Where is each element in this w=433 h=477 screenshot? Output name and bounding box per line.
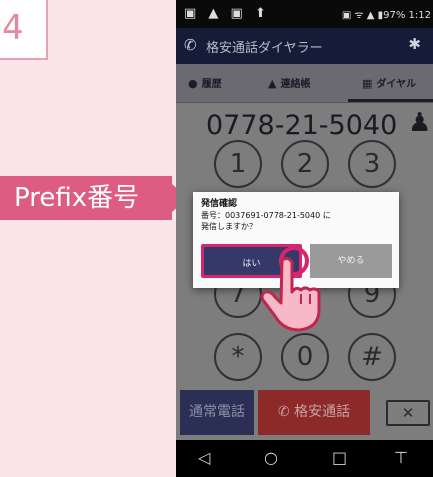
home-icon[interactable]: ○ <box>264 448 278 467</box>
gear-icon[interactable]: ✱ <box>408 35 421 53</box>
status-icons-left: ▣ ▲ ▣ ⬆ <box>184 6 270 21</box>
phone-icon: ✆ <box>184 36 197 54</box>
phone-icon: ✆ <box>277 404 295 420</box>
key-3[interactable]: 3 <box>348 140 396 188</box>
status-icons-right: ▣ ᯤ ▲ ▮97% 1:12 <box>341 10 431 21</box>
key-1[interactable]: 1 <box>214 140 262 188</box>
tab-selected-indicator <box>348 99 433 102</box>
prefix-callout: Prefix番号 <box>0 176 172 220</box>
normal-call-button[interactable]: 通常電話 <box>180 390 254 435</box>
pointing-hand-icon <box>260 256 321 332</box>
cheap-call-button[interactable]: ✆ 格安通話 <box>258 390 370 435</box>
key-star[interactable]: * <box>214 333 262 381</box>
backspace-button[interactable]: ✕ <box>386 400 430 426</box>
tab-dial[interactable]: ▦ ダイヤル <box>362 75 416 90</box>
step-number: 4 <box>2 8 24 48</box>
dialog-title: 発信確認 <box>201 199 238 209</box>
grid-icon: ▦ <box>362 77 373 90</box>
dialed-number: 0778-21-5040 <box>206 110 398 141</box>
app-bar: ✆ 格安通話ダイヤラー ✱ <box>176 28 433 64</box>
tab-contacts[interactable]: ▲ 連絡帳 <box>268 75 310 90</box>
key-0[interactable]: 0 <box>281 333 329 381</box>
tab-bar: ● 履歴 ▲ 連絡帳 ▦ ダイヤル <box>176 64 433 103</box>
status-bar: ▣ ▲ ▣ ⬆ ▣ ᯤ ▲ ▮97% 1:12 <box>176 0 433 28</box>
back-icon[interactable]: ◁ <box>198 448 210 467</box>
key-hash[interactable]: # <box>348 333 396 381</box>
step-number-box: 4 <box>0 0 48 60</box>
android-nav-bar: ◁ ○ □ ⊤ <box>176 440 433 477</box>
app-title: 格安通話ダイヤラー <box>206 41 323 56</box>
keyboard-icon[interactable]: ⊤ <box>394 448 408 467</box>
clock-icon: ● <box>188 77 198 90</box>
recent-apps-icon[interactable]: □ <box>332 448 347 467</box>
add-contact-icon[interactable]: ♟+ <box>408 108 433 138</box>
dialog-message: 番号：0037691-0778-21-5040 に 発信しますか？ <box>201 211 331 231</box>
key-2[interactable]: 2 <box>281 140 329 188</box>
tab-history[interactable]: ● 履歴 <box>188 75 222 90</box>
person-icon: ▲ <box>268 77 277 90</box>
callout-label: Prefix番号 <box>14 183 140 213</box>
